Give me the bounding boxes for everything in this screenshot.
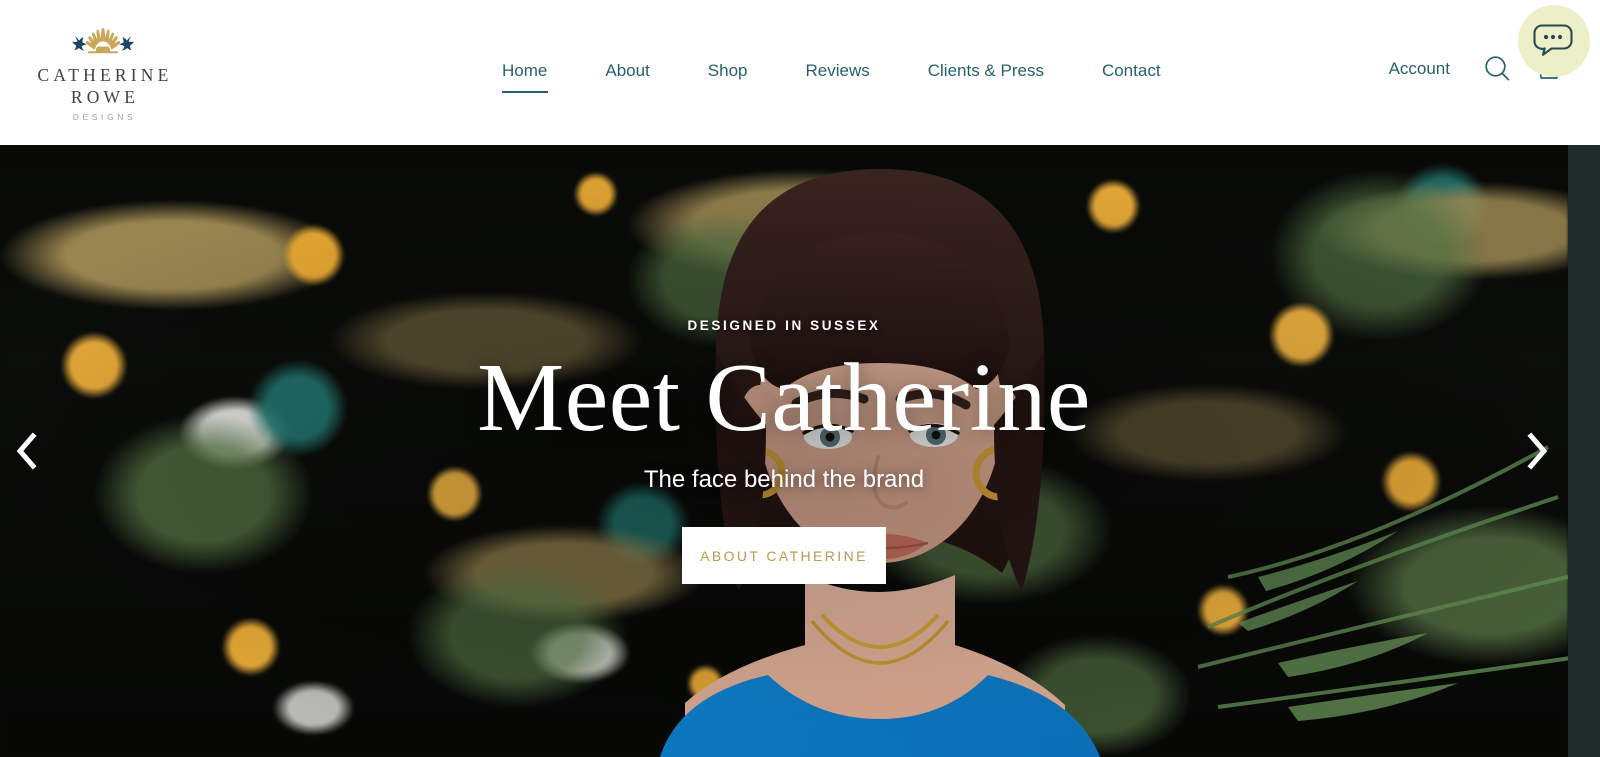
chevron-right-icon[interactable] <box>1514 428 1560 474</box>
nav-item-about[interactable]: About <box>576 58 678 84</box>
logo-emblem-icon <box>72 28 134 54</box>
hero-subtitle: The face behind the brand <box>643 466 925 494</box>
nav-item-reviews[interactable]: Reviews <box>777 58 899 84</box>
site-logo[interactable]: CATHERINE ROWE DESIGNS <box>32 18 174 128</box>
next-slide-sliver <box>1568 145 1600 757</box>
site-header: CATHERINE ROWE DESIGNS Home About Shop R… <box>0 0 1600 145</box>
hero-eyebrow: DESIGNED IN SUSSEX <box>687 317 881 333</box>
account-link[interactable]: Account <box>1389 55 1450 83</box>
primary-navigation: Home About Shop Reviews Clients & Press … <box>490 58 1190 93</box>
hero-title: Meet Catherine <box>477 343 1091 452</box>
logo-mark <box>32 18 174 64</box>
hero-carousel: DESIGNED IN SUSSEX Meet Catherine The fa… <box>0 145 1600 757</box>
page-root: CATHERINE ROWE DESIGNS Home About Shop R… <box>0 0 1600 757</box>
search-icon[interactable] <box>1480 52 1514 86</box>
logo-tagline: DESIGNS <box>72 112 137 122</box>
logo-name-line1: CATHERINE <box>37 65 173 85</box>
chevron-left-icon[interactable] <box>4 428 50 474</box>
chat-bubble-icon <box>1533 24 1573 56</box>
logo-name-line2: ROWE <box>70 87 140 107</box>
hero-slide: DESIGNED IN SUSSEX Meet Catherine The fa… <box>0 145 1568 757</box>
nav-item-clients-press[interactable]: Clients & Press <box>899 58 1073 84</box>
nav-item-contact[interactable]: Contact <box>1073 58 1190 84</box>
nav-item-home[interactable]: Home <box>490 58 576 93</box>
about-catherine-button[interactable]: ABOUT CATHERINE <box>682 527 886 585</box>
chat-widget-button[interactable] <box>1518 5 1590 77</box>
hero-content: DESIGNED IN SUSSEX Meet Catherine The fa… <box>0 145 1568 757</box>
nav-item-shop[interactable]: Shop <box>679 58 777 84</box>
